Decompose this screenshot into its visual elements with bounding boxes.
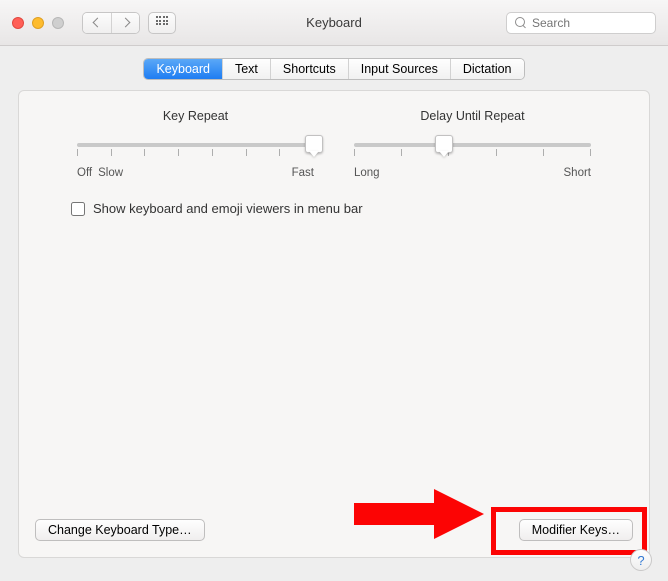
nav-back-forward [82, 12, 140, 34]
titlebar: Keyboard [0, 0, 668, 46]
content-area: Keyboard Text Shortcuts Input Sources Di… [0, 46, 668, 581]
key-repeat-title: Key Repeat [77, 109, 314, 123]
menu-bar-viewers-row[interactable]: Show keyboard and emoji viewers in menu … [71, 201, 621, 216]
delay-repeat-slider[interactable] [354, 135, 591, 161]
minimize-icon[interactable] [32, 17, 44, 29]
forward-button[interactable] [111, 13, 139, 33]
delay-long-label: Long [354, 167, 380, 179]
back-button[interactable] [83, 13, 111, 33]
key-repeat-block: Key Repeat Off Slow Fast [77, 109, 314, 179]
key-repeat-off-label: Off [77, 167, 92, 179]
tab-shortcuts[interactable]: Shortcuts [270, 59, 348, 79]
key-repeat-slow-label: Slow [98, 167, 123, 179]
close-icon[interactable] [12, 17, 24, 29]
menu-bar-viewers-label: Show keyboard and emoji viewers in menu … [93, 201, 363, 216]
key-repeat-slider[interactable] [77, 135, 314, 161]
change-keyboard-type-button[interactable]: Change Keyboard Type… [35, 519, 205, 541]
search-icon [515, 17, 526, 28]
key-repeat-fast-label: Fast [292, 167, 314, 179]
help-button[interactable]: ? [630, 549, 652, 571]
slider-knob[interactable] [305, 135, 323, 153]
modifier-keys-button[interactable]: Modifier Keys… [519, 519, 633, 541]
chevron-right-icon [121, 18, 131, 28]
zoom-icon [52, 17, 64, 29]
search-field[interactable] [506, 12, 656, 34]
delay-repeat-title: Delay Until Repeat [354, 109, 591, 123]
annotation-arrow-icon [354, 489, 484, 539]
window-controls [12, 17, 64, 29]
delay-short-label: Short [564, 167, 592, 179]
tab-text[interactable]: Text [222, 59, 270, 79]
grid-icon [156, 16, 169, 29]
menu-bar-viewers-checkbox[interactable] [71, 202, 85, 216]
chevron-left-icon [92, 18, 102, 28]
delay-repeat-block: Delay Until Repeat Long Short [354, 109, 591, 179]
tabs: Keyboard Text Shortcuts Input Sources Di… [143, 58, 524, 80]
tab-dictation[interactable]: Dictation [450, 59, 524, 79]
all-prefs-button[interactable] [148, 12, 176, 34]
tab-keyboard[interactable]: Keyboard [144, 59, 222, 79]
tab-input-sources[interactable]: Input Sources [348, 59, 450, 79]
search-input[interactable] [532, 16, 647, 30]
keyboard-pane: Key Repeat Off Slow Fast Delay Until Rep… [18, 90, 650, 558]
slider-knob[interactable] [435, 135, 453, 153]
